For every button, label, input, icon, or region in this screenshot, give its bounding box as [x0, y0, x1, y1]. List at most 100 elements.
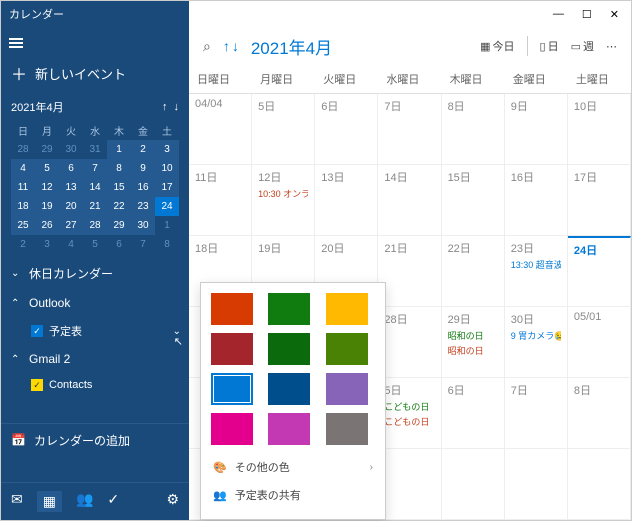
calendar-cell[interactable]: 22日 — [442, 236, 505, 307]
mini-day[interactable]: 29 — [107, 216, 131, 235]
calendar-cell[interactable]: 6日 — [315, 94, 378, 165]
mini-day[interactable]: 30 — [59, 140, 83, 159]
mini-day[interactable]: 20 — [59, 197, 83, 216]
mini-day[interactable]: 3 — [35, 235, 59, 254]
maximize-button[interactable]: ☐ — [582, 8, 592, 21]
event[interactable]: こどもの日 — [384, 415, 434, 428]
outlook-section[interactable]: ⌃ Outlook — [1, 289, 189, 317]
people-icon[interactable]: 👥 — [76, 491, 93, 512]
mini-day[interactable]: 2 — [11, 235, 35, 254]
mini-day[interactable]: 4 — [59, 235, 83, 254]
day-view-button[interactable]: ▯日 — [536, 36, 563, 56]
mail-icon[interactable]: ✉ — [11, 491, 23, 512]
mini-day[interactable]: 18 — [11, 197, 35, 216]
calendar-cell[interactable]: 7日 — [378, 94, 441, 165]
color-swatch[interactable] — [211, 373, 253, 405]
mini-day[interactable]: 4 — [11, 159, 35, 178]
add-calendar-button[interactable]: 📅 カレンダーの追加 — [1, 423, 189, 457]
close-button[interactable]: ✕ — [610, 8, 619, 21]
event[interactable]: 13:30 超音波 — [511, 258, 561, 271]
calendar-cell[interactable]: 8日 — [568, 378, 631, 449]
mini-day[interactable]: 1 — [107, 140, 131, 159]
calendar-cell[interactable] — [505, 449, 568, 520]
color-swatch[interactable] — [268, 333, 310, 365]
mini-day[interactable]: 28 — [83, 216, 107, 235]
search-icon[interactable]: ⌕ — [199, 34, 215, 59]
calendar-cell[interactable]: 14日 — [378, 165, 441, 236]
mini-next-button[interactable]: ↓ — [174, 101, 180, 113]
mini-day[interactable]: 6 — [107, 235, 131, 254]
event[interactable]: こどもの日 — [384, 400, 434, 413]
mini-day[interactable]: 10 — [155, 159, 179, 178]
mini-day[interactable]: 27 — [59, 216, 83, 235]
calendar-cell[interactable]: 10日 — [568, 94, 631, 165]
color-swatch[interactable] — [326, 333, 368, 365]
mini-day[interactable]: 23 — [131, 197, 155, 216]
mini-day[interactable]: 5 — [35, 159, 59, 178]
mini-prev-button[interactable]: ↑ — [162, 101, 168, 113]
calendar-cell[interactable]: 13日 — [315, 165, 378, 236]
calendar-cell[interactable]: 6日 — [442, 378, 505, 449]
mini-day[interactable]: 8 — [155, 235, 179, 254]
calendar-cell[interactable]: 16日 — [505, 165, 568, 236]
color-swatch[interactable] — [211, 293, 253, 325]
calendar-cell[interactable]: 23日13:30 超音波 — [505, 236, 568, 307]
chevron-down-icon[interactable]: ⌄ — [173, 326, 181, 337]
calendar-cell[interactable]: 04/04 — [189, 94, 252, 165]
mini-day[interactable]: 24 — [155, 197, 179, 216]
calendar-cell[interactable]: 9日 — [505, 94, 568, 165]
mini-day[interactable]: 14 — [83, 178, 107, 197]
calendar-icon[interactable]: ▦ — [37, 491, 62, 512]
mini-day[interactable]: 7 — [83, 159, 107, 178]
mini-day[interactable]: 26 — [35, 216, 59, 235]
mini-day[interactable]: 11 — [11, 178, 35, 197]
color-swatch[interactable] — [326, 293, 368, 325]
mini-day[interactable]: 28 — [11, 140, 35, 159]
today-button[interactable]: ▦今日 — [476, 36, 518, 56]
mini-day[interactable]: 25 — [11, 216, 35, 235]
mini-day[interactable]: 31 — [83, 140, 107, 159]
event[interactable]: 9 胃カメラ😢 — [511, 329, 561, 342]
calendar-cell[interactable]: 24日 — [568, 236, 631, 307]
mini-day[interactable]: 6 — [59, 159, 83, 178]
color-swatch[interactable] — [211, 413, 253, 445]
calendar-cell[interactable] — [442, 449, 505, 520]
mini-day[interactable]: 5 — [83, 235, 107, 254]
calendar-cell[interactable]: 5日 — [252, 94, 315, 165]
color-swatch[interactable] — [268, 373, 310, 405]
event[interactable]: 昭和の日 — [448, 344, 498, 357]
mini-day[interactable]: 1 — [155, 216, 179, 235]
mini-day[interactable]: 16 — [131, 178, 155, 197]
next-button[interactable]: ↓ — [232, 38, 239, 54]
minimize-button[interactable]: — — [553, 8, 564, 20]
color-swatch[interactable] — [326, 373, 368, 405]
calendar-cell[interactable]: 5日こどもの日こどもの日 — [378, 378, 441, 449]
calendar-cell[interactable]: 7日 — [505, 378, 568, 449]
calendar-cell[interactable]: 11日 — [189, 165, 252, 236]
other-colors-button[interactable]: 🎨 その他の色 › — [211, 453, 375, 481]
prev-button[interactable]: ↑ — [223, 38, 230, 54]
checkbox-icon[interactable]: ✓ — [31, 325, 43, 337]
holiday-section[interactable]: ⌄ 休日カレンダー — [1, 258, 189, 289]
mini-day[interactable]: 19 — [35, 197, 59, 216]
gmail-section[interactable]: ⌃ Gmail 2 — [1, 345, 189, 373]
color-swatch[interactable] — [326, 413, 368, 445]
event[interactable]: 昭和の日 — [448, 329, 498, 342]
calendar-cell[interactable]: 30日9 胃カメラ😢 — [505, 307, 568, 378]
calendar-cell[interactable]: 28日 — [378, 307, 441, 378]
mini-day[interactable]: 15 — [107, 178, 131, 197]
mini-day[interactable]: 17 — [155, 178, 179, 197]
new-event-button[interactable]: ＋ 新しいイベント — [1, 53, 189, 93]
mini-day[interactable]: 21 — [83, 197, 107, 216]
mini-day[interactable]: 8 — [107, 159, 131, 178]
calendar-cell[interactable]: 29日昭和の日昭和の日 — [442, 307, 505, 378]
calendar-cell[interactable]: 12日10:30 オンライ — [252, 165, 315, 236]
calendar-cell[interactable]: 15日 — [442, 165, 505, 236]
calendar-cell[interactable] — [568, 449, 631, 520]
calendar-cell[interactable]: 17日 — [568, 165, 631, 236]
event[interactable]: 10:30 オンライ — [258, 187, 308, 200]
mini-day[interactable]: 3 — [155, 140, 179, 159]
mini-day[interactable]: 13 — [59, 178, 83, 197]
mini-day[interactable]: 30 — [131, 216, 155, 235]
calendar-item-contacts[interactable]: ✓ Contacts — [1, 373, 189, 397]
